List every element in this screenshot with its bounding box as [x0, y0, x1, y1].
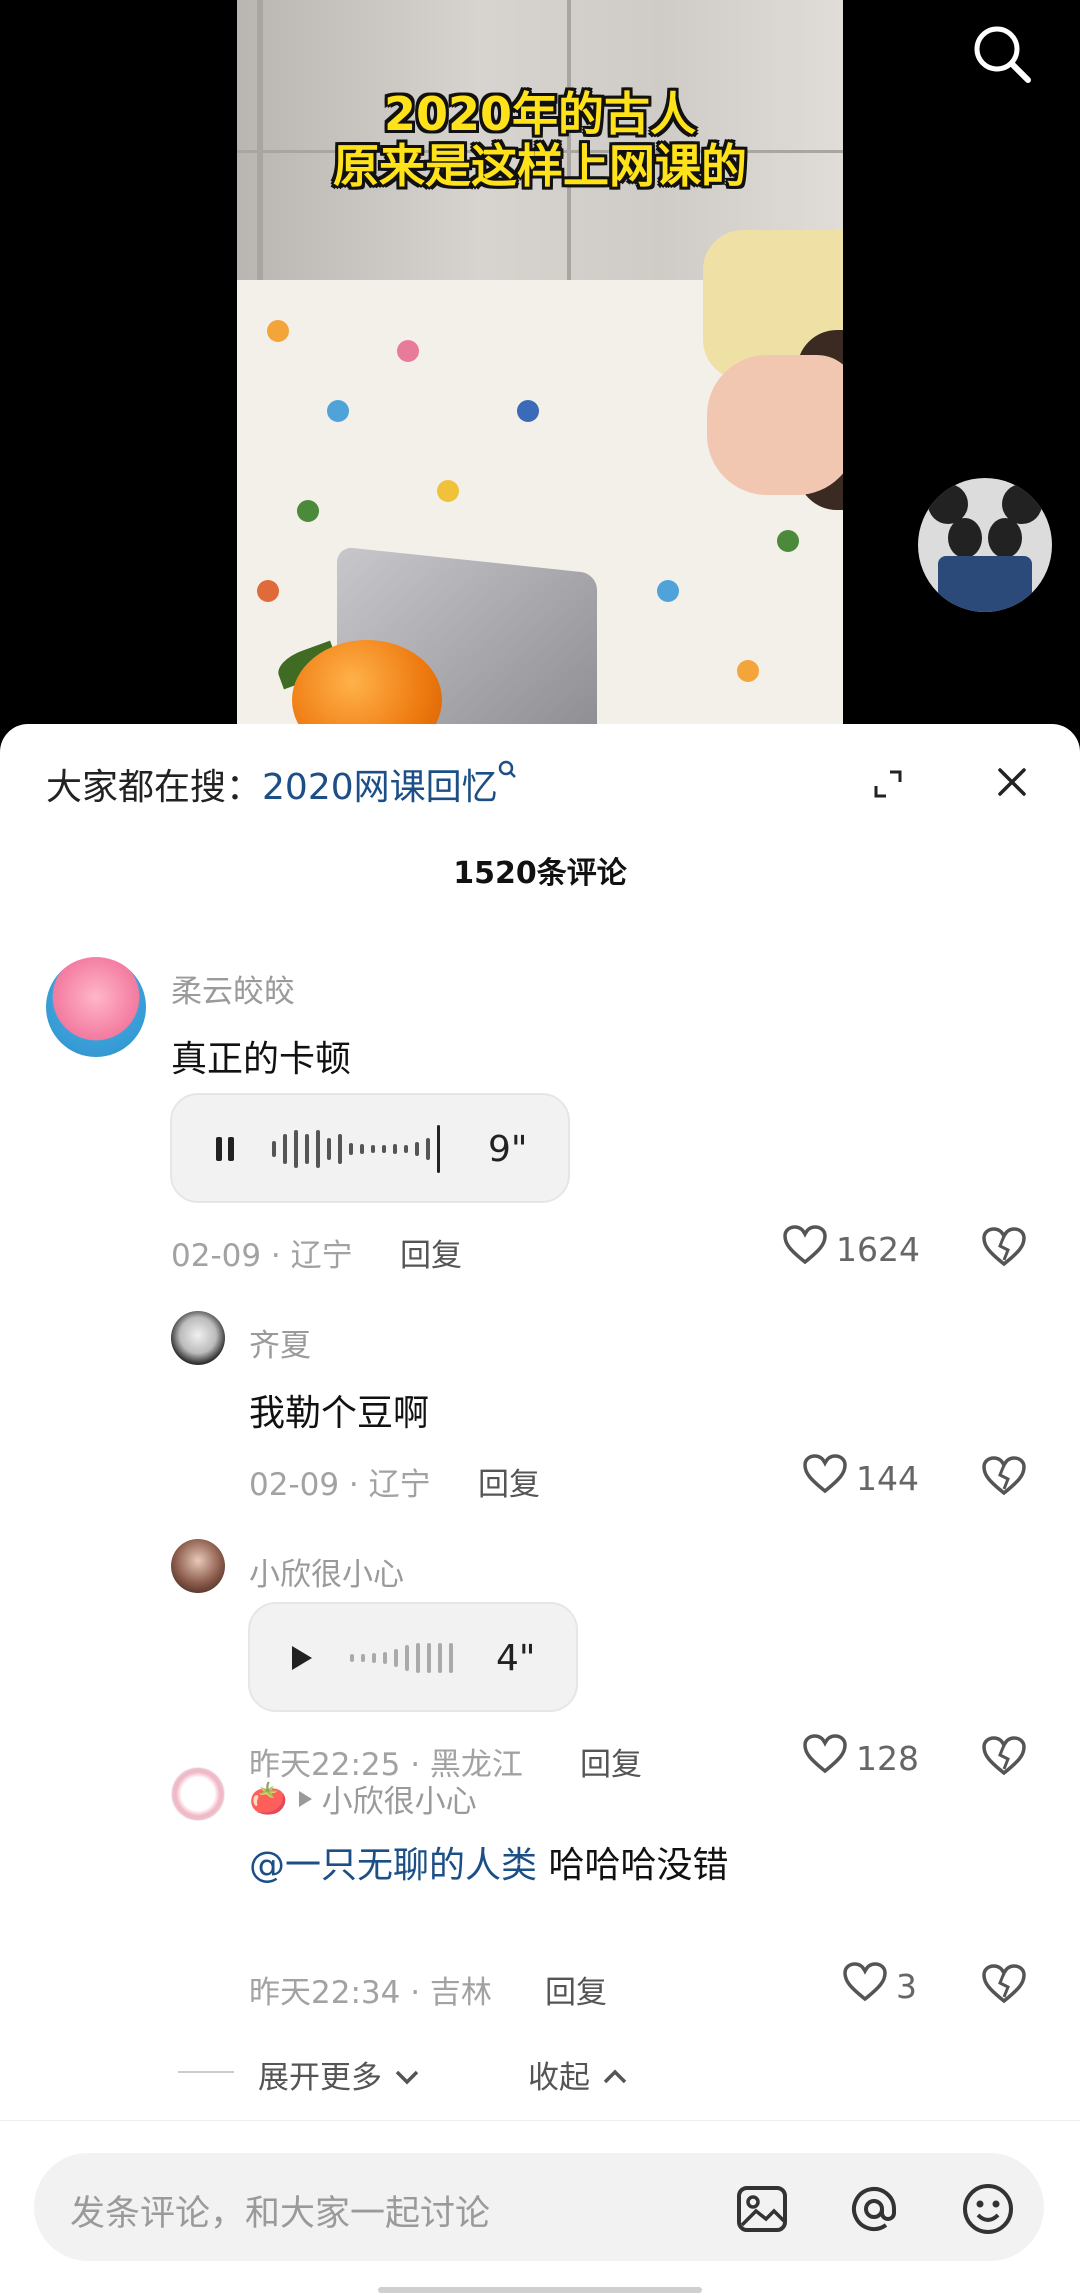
broken-heart-icon[interactable] [980, 1453, 1028, 1501]
comment-username[interactable]: 小欣很小心 [249, 1549, 404, 1594]
like-count: 144 [856, 1458, 919, 1498]
broken-heart-icon[interactable] [980, 1224, 1028, 1272]
like-count: 1624 [836, 1229, 920, 1269]
home-indicator [378, 2287, 702, 2293]
video-frame[interactable]: 2020年的古人 原来是这样上网课的 [237, 0, 843, 724]
collapse-button[interactable]: 收起 [528, 2052, 630, 2097]
avatar[interactable] [46, 957, 146, 1057]
comment-date-location: 02-09 · 辽宁 [171, 1238, 353, 1274]
broken-heart-icon[interactable] [980, 1733, 1028, 1781]
reply-button[interactable]: 回复 [545, 1967, 607, 2012]
mention-link[interactable]: @一只无聊的人类 [249, 1845, 537, 1886]
voice-duration: 4" [496, 1638, 536, 1679]
heart-icon [842, 1961, 888, 2011]
hot-search-label: 大家都在搜： [46, 767, 263, 808]
comment-body: 哈哈哈没错 [537, 1845, 729, 1886]
voice-duration: 9" [488, 1129, 528, 1170]
divider [178, 2071, 234, 2073]
caption-line-2: 原来是这样上网课的 [333, 139, 747, 193]
voice-waveform [272, 1125, 440, 1173]
voice-message[interactable]: 9" [170, 1093, 570, 1203]
reply-button[interactable]: 回复 [580, 1739, 642, 1784]
close-icon[interactable] [992, 762, 1032, 802]
avatar[interactable] [171, 1539, 225, 1593]
comment-input-placeholder: 发条评论，和大家一起讨论 [70, 2194, 491, 2234]
avatar[interactable] [171, 1311, 225, 1365]
comment-date-location: 02-09 · 辽宁 [249, 1467, 431, 1503]
avatar[interactable] [171, 1767, 225, 1821]
like-count: 3 [896, 1966, 917, 2006]
broken-heart-icon[interactable] [980, 1961, 1028, 2009]
comment-text: 我勒个豆啊 [249, 1393, 430, 1434]
comment-username[interactable]: 柔云皎皎 [171, 966, 295, 1011]
voice-message[interactable]: 4" [248, 1602, 578, 1712]
like-button[interactable]: 1624 [782, 1224, 920, 1274]
comment-footer: 发条评论，和大家一起讨论 [0, 2120, 1080, 2295]
like-button[interactable]: 128 [802, 1733, 919, 1783]
pause-icon[interactable] [210, 1133, 240, 1169]
small-search-icon [498, 760, 518, 808]
comment-text: @一只无聊的人类 哈哈哈没错 [249, 1836, 728, 1888]
heart-icon [802, 1453, 848, 1503]
reply-button[interactable]: 回复 [478, 1459, 540, 1504]
search-icon[interactable] [968, 20, 1038, 90]
comment-text: 真正的卡顿 [171, 1039, 352, 1080]
panda-avatar-icon[interactable] [918, 478, 1052, 612]
small-play-icon [296, 1781, 314, 1817]
comment-username-prefix[interactable]: 🍅 [249, 1780, 288, 1817]
expand-more-label: 展开更多 [258, 2060, 382, 2096]
collapse-label: 收起 [528, 2060, 590, 2096]
heart-icon [802, 1733, 848, 1783]
heart-icon [782, 1224, 828, 1274]
expand-icon[interactable] [868, 764, 908, 804]
video-caption: 2020年的古人 原来是这样上网课的 [237, 88, 843, 192]
image-icon[interactable] [734, 2181, 790, 2237]
chevron-up-icon [600, 2060, 630, 2096]
reply-to-username[interactable]: 小欣很小心 [322, 1776, 477, 1821]
hot-search-keyword[interactable]: 2020网课回忆 [262, 767, 498, 808]
comment-username[interactable]: 齐夏 [249, 1320, 311, 1365]
emoji-icon[interactable] [960, 2181, 1016, 2237]
comment-date-location: 昨天22:34 · 吉林 [249, 1975, 492, 2011]
like-button[interactable]: 3 [842, 1961, 917, 2011]
sleeping-face [707, 355, 843, 495]
hot-search-bar[interactable]: 大家都在搜：2020网课回忆 [46, 758, 518, 810]
comment-input[interactable]: 发条评论，和大家一起讨论 [34, 2153, 1044, 2261]
reply-to-header: 🍅 小欣很小心 [249, 1776, 477, 1821]
expand-more-button[interactable]: 展开更多 [258, 2052, 422, 2097]
chevron-down-icon [392, 2060, 422, 2096]
caption-line-1: 2020年的古人 [383, 87, 697, 141]
comment-sheet: 大家都在搜：2020网课回忆 1520条评论 柔云皎皎 真正的卡顿 9" 02-… [0, 724, 1080, 2295]
reply-button[interactable]: 回复 [400, 1230, 462, 1275]
play-icon[interactable] [286, 1642, 316, 1678]
like-count: 128 [856, 1738, 919, 1778]
voice-waveform [350, 1638, 453, 1678]
video-player[interactable]: 2020年的古人 原来是这样上网课的 [0, 0, 1080, 724]
at-icon[interactable] [846, 2181, 902, 2237]
comment-count: 1520条评论 [453, 856, 627, 891]
like-button[interactable]: 144 [802, 1453, 919, 1503]
